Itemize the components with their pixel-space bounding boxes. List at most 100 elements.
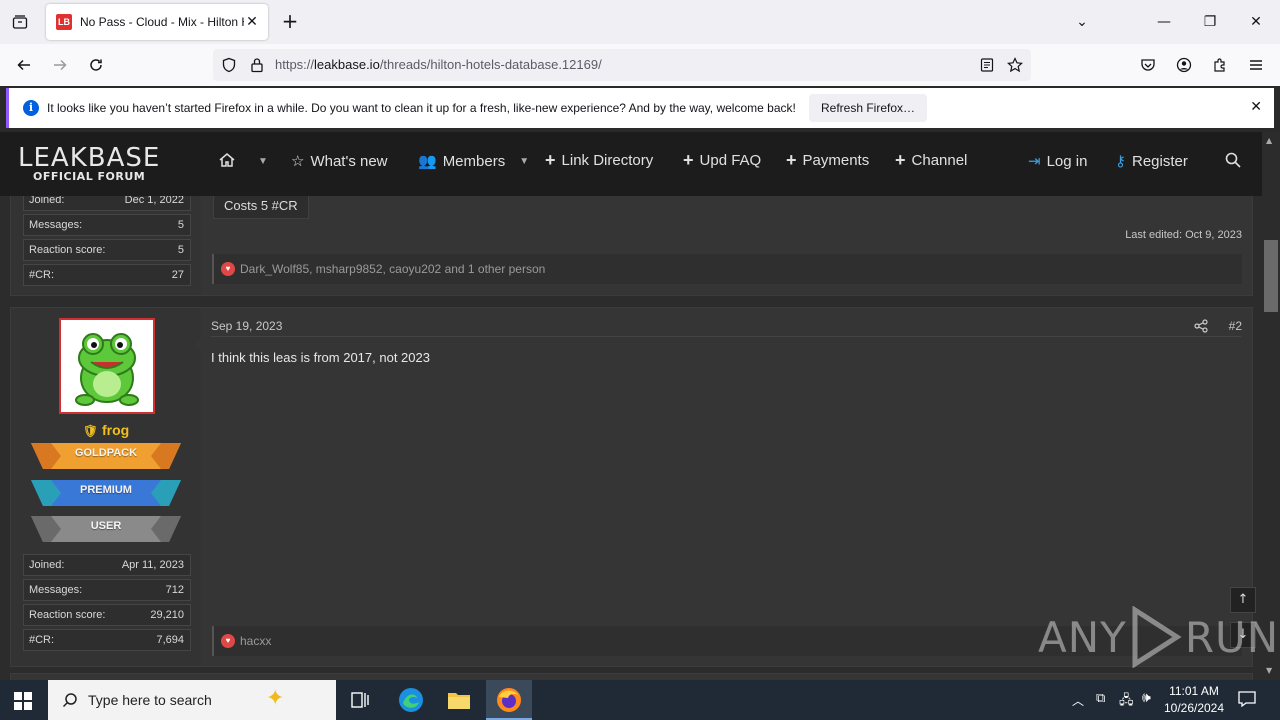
- info-icon: i: [23, 100, 39, 116]
- rank-goldpack-label: GOLDPACK: [74, 447, 138, 459]
- site-logo[interactable]: LEAKBASE OFFICIAL FORUM: [18, 144, 160, 183]
- windows-start-icon[interactable]: [14, 692, 32, 714]
- stat-cr: #CR: 7,694: [23, 629, 191, 651]
- forward-icon[interactable]: [48, 53, 72, 77]
- scroll-up-arrow-icon[interactable]: ▲: [1266, 136, 1272, 145]
- nav-members[interactable]: 👥 Members ▼: [418, 152, 530, 171]
- tab-close-icon[interactable]: ✕: [244, 14, 260, 30]
- post-message: I think this leas is from 2017, not 2023: [211, 350, 430, 365]
- tray-chevron-up-icon[interactable]: ︿: [1072, 692, 1084, 709]
- post-2-user-sidebar: 🛡 frog GOLDPACK PREMIUM USER Joined: Apr …: [11, 308, 201, 666]
- play-logo-icon: [1132, 606, 1182, 668]
- file-explorer-icon[interactable]: [447, 689, 471, 715]
- tab-list-icon[interactable]: [8, 10, 32, 34]
- restore-icon[interactable]: ❐: [1198, 10, 1222, 34]
- network-icon[interactable]: 🖧: [1119, 691, 1134, 713]
- search-icon: [62, 692, 78, 712]
- app-menu-icon[interactable]: [1244, 53, 1268, 77]
- browser-tab[interactable]: LB No Pass - Cloud - Mix - Hilton Hotels…: [46, 4, 268, 40]
- edge-icon[interactable]: [398, 687, 424, 717]
- tray-device-icon[interactable]: ⧉: [1096, 691, 1105, 706]
- search-placeholder: Type here to search: [88, 692, 212, 708]
- page-scrollbar[interactable]: ▲ ▼: [1262, 132, 1280, 680]
- rank-premium-banner: PREMIUM: [31, 480, 181, 506]
- username[interactable]: 🛡 frog: [11, 422, 201, 438]
- home-icon[interactable]: [218, 152, 236, 168]
- avatar[interactable]: [59, 318, 155, 414]
- star-icon: ☆: [291, 153, 305, 170]
- minimize-icon[interactable]: —: [1152, 10, 1176, 34]
- shield-icon: 🛡: [82, 424, 99, 438]
- plus-icon: +: [786, 150, 797, 170]
- plus-icon: +: [545, 150, 556, 170]
- back-icon[interactable]: [12, 53, 36, 77]
- post-header-divider: [211, 336, 1241, 337]
- notification-close-icon[interactable]: ✕: [1250, 99, 1262, 115]
- plus-icon: +: [683, 150, 694, 170]
- window-close-icon[interactable]: ✕: [1244, 10, 1268, 34]
- chevron-down-icon: ▼: [519, 155, 530, 167]
- stat-messages: Messages: 5: [23, 214, 191, 236]
- search-icon[interactable]: [1225, 152, 1241, 168]
- volume-icon[interactable]: 🕪: [1142, 690, 1151, 706]
- url-text[interactable]: https://leakbase.io/threads/hilton-hotel…: [275, 57, 602, 72]
- stat-joined: Joined: Apr 11, 2023: [23, 554, 191, 576]
- nav-login[interactable]: ⇥ Log in: [1028, 152, 1087, 171]
- scrollbar-thumb[interactable]: [1264, 240, 1278, 312]
- stat-reaction-score: Reaction score: 5: [23, 239, 191, 261]
- cost-code-block: Costs 5 #CR: [213, 193, 309, 219]
- notification-message: It looks like you haven’t started Firefo…: [47, 101, 796, 115]
- reaction-users[interactable]: hacxx: [240, 634, 271, 648]
- bookmark-star-icon[interactable]: [1003, 53, 1027, 77]
- share-icon[interactable]: [1194, 318, 1208, 337]
- reload-icon[interactable]: [84, 53, 108, 77]
- reaction-users[interactable]: Dark_Wolf85, msharp9852, caoyu202 and 1 …: [240, 262, 545, 276]
- stat-messages: Messages: 712: [23, 579, 191, 601]
- sidebar-arrow: [194, 338, 201, 352]
- rank-user-banner: USER: [31, 516, 181, 542]
- taskbar-clock[interactable]: 11:01 AM 10/26/2024: [1162, 683, 1226, 717]
- list-all-tabs-icon[interactable]: ⌄: [1070, 10, 1094, 34]
- key-icon: ⚷: [1115, 153, 1126, 170]
- reader-view-icon[interactable]: [975, 53, 999, 77]
- nav-payments[interactable]: + Payments: [786, 150, 869, 170]
- browser-tab-bar: LB No Pass - Cloud - Mix - Hilton Hotels…: [0, 0, 1280, 44]
- nav-whats-new[interactable]: ☆ What's new: [291, 152, 388, 171]
- login-icon: ⇥: [1028, 153, 1041, 170]
- notification-center-icon[interactable]: [1238, 690, 1256, 712]
- refresh-firefox-notification: i It looks like you haven’t started Fire…: [6, 88, 1274, 128]
- plus-icon: +: [895, 150, 906, 170]
- rank-user-label: USER: [90, 520, 122, 532]
- page-viewport: Joined: Dec 1, 2022 Messages: 5 Reaction s…: [0, 132, 1262, 680]
- firefox-icon: [497, 688, 521, 712]
- site-header: LEAKBASE OFFICIAL FORUM ▼ ☆ What's new 👥 M…: [0, 132, 1262, 196]
- task-view-icon[interactable]: [350, 690, 370, 714]
- post-date[interactable]: Sep 19, 2023: [211, 319, 282, 333]
- rank-goldpack-banner: GOLDPACK: [31, 443, 181, 469]
- nav-register[interactable]: ⚷ Register: [1115, 152, 1188, 171]
- account-icon[interactable]: [1172, 53, 1196, 77]
- heart-reaction-icon: ♥: [221, 634, 235, 648]
- nav-channel[interactable]: + Channel: [895, 150, 967, 170]
- post-number-link[interactable]: #2: [1229, 319, 1242, 333]
- firefox-taskbar-button[interactable]: [486, 680, 532, 720]
- users-icon: 👥: [418, 153, 437, 170]
- nav-link-directory[interactable]: + Link Directory: [545, 150, 653, 170]
- heart-reaction-icon: ♥: [221, 262, 235, 276]
- post-1-reactions-bar[interactable]: ♥ Dark_Wolf85, msharp9852, caoyu202 and …: [212, 254, 1242, 284]
- lock-icon[interactable]: [245, 53, 269, 77]
- refresh-firefox-button[interactable]: Refresh Firefox…: [809, 94, 928, 122]
- tracking-protection-shield-icon[interactable]: [217, 53, 241, 77]
- site-favicon-icon: LB: [56, 14, 72, 30]
- extensions-icon[interactable]: [1208, 53, 1232, 77]
- new-tab-icon[interactable]: +: [278, 10, 302, 34]
- pocket-icon[interactable]: [1136, 53, 1160, 77]
- frog-avatar-icon: [75, 333, 139, 406]
- browser-nav-bar: https://leakbase.io/threads/hilton-hotel…: [0, 44, 1280, 86]
- nav-upd-faq[interactable]: + Upd FAQ: [683, 150, 761, 170]
- home-dropdown-caret-icon[interactable]: ▼: [258, 156, 268, 167]
- url-bar[interactable]: https://leakbase.io/threads/hilton-hotel…: [213, 49, 1031, 81]
- anyrun-watermark: ANY RUN: [1038, 606, 1279, 668]
- post-3: [10, 673, 1253, 680]
- taskbar-search-box[interactable]: Type here to search ✦: [48, 680, 336, 720]
